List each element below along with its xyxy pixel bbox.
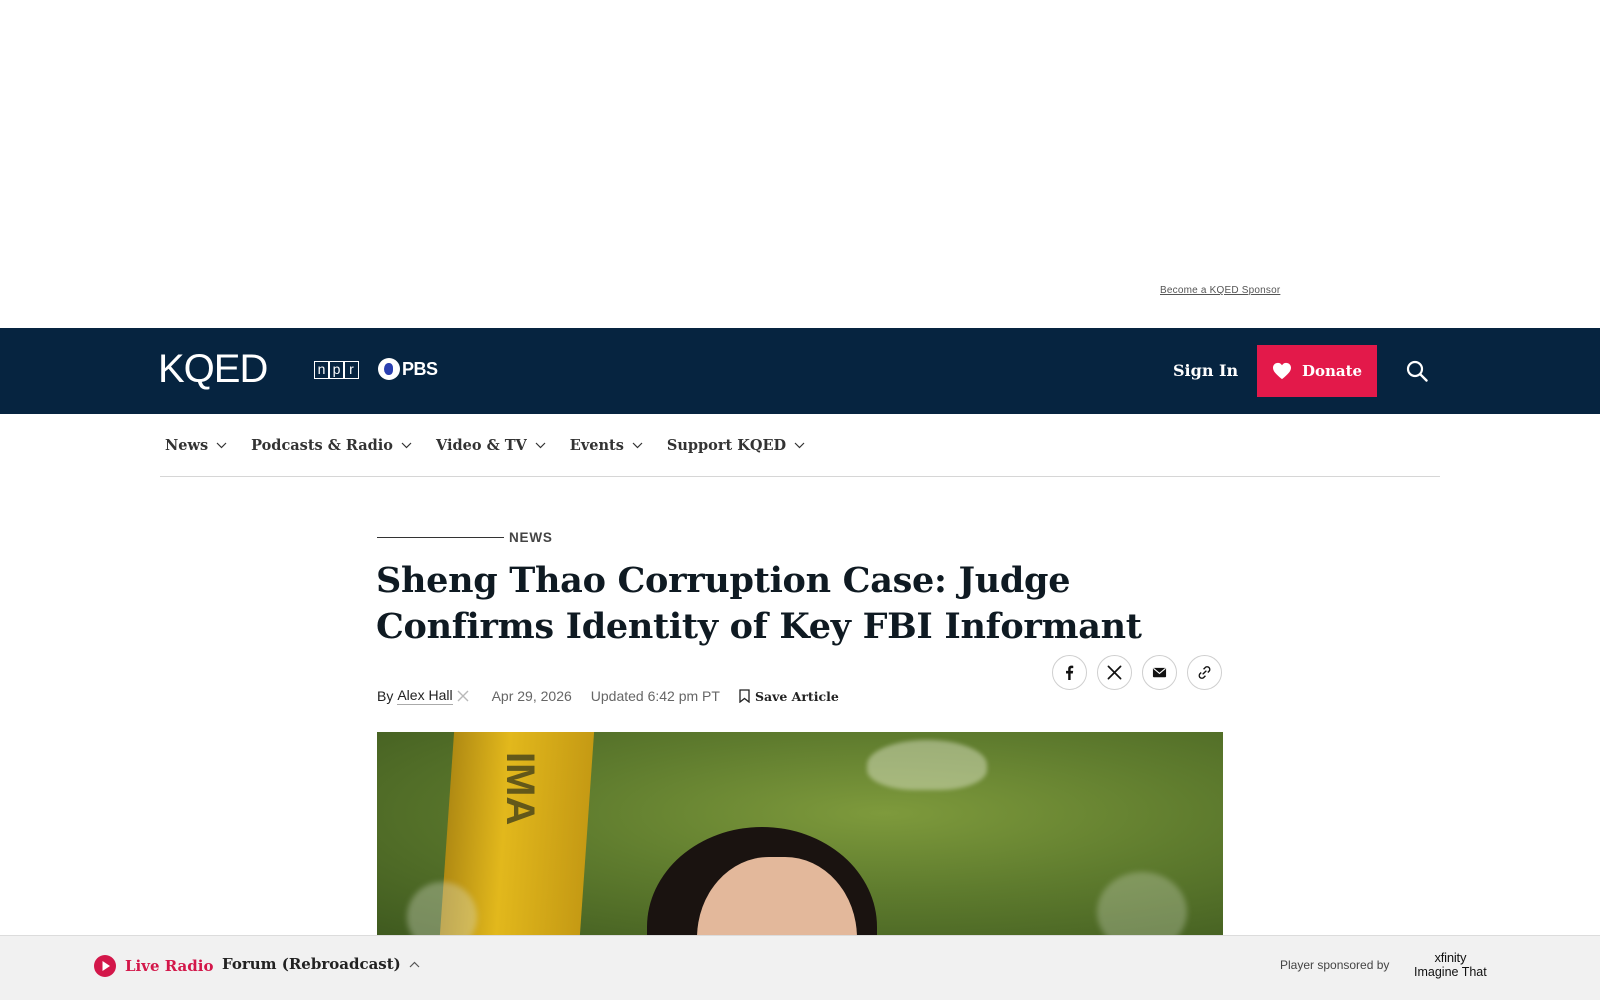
main-nav: News Podcasts & Radio Video & TV Events … <box>160 414 1440 477</box>
nav-item-label: Support KQED <box>666 436 787 454</box>
kicker-rule <box>377 537 504 538</box>
hero-image: IMA <box>377 732 1223 935</box>
sign-in-button[interactable]: Sign In <box>1173 361 1238 380</box>
nav-item-support-kqed[interactable]: Support KQED <box>667 437 805 454</box>
share-buttons <box>1052 655 1222 690</box>
share-facebook-button[interactable] <box>1052 655 1087 690</box>
nav-item-label: Podcasts & Radio <box>251 436 393 454</box>
x-icon <box>1107 665 1122 680</box>
backdrop-shape <box>1097 872 1187 935</box>
bookmark-icon <box>739 689 750 703</box>
share-email-button[interactable] <box>1142 655 1177 690</box>
ad-area <box>0 0 1600 328</box>
heart-icon <box>1272 362 1291 380</box>
nav-item-events[interactable]: Events <box>570 437 643 454</box>
npr-letter: p <box>329 361 344 379</box>
kicker-label[interactable]: NEWS <box>509 530 553 545</box>
nav-item-podcasts-radio[interactable]: Podcasts & Radio <box>251 437 412 454</box>
tree-logo-shape <box>867 740 987 790</box>
program-selector[interactable]: Forum (Rebroadcast) <box>222 955 420 973</box>
chevron-up-icon <box>409 961 420 967</box>
kqed-logo-text: KQED <box>158 350 267 390</box>
updated-time: Updated 6:42 pm PT <box>590 688 720 704</box>
search-icon[interactable] <box>1405 359 1429 383</box>
sponsor-logo[interactable]: xfinity Imagine That <box>1414 950 1487 980</box>
article-headline: Sheng Thao Corruption Case: Judge Confir… <box>376 560 1142 647</box>
live-radio-label: Live Radio <box>125 957 214 975</box>
donate-label: Donate <box>1301 362 1363 380</box>
sponsor-logo-line1: xfinity <box>1434 950 1467 965</box>
byline-prefix: By <box>377 688 394 704</box>
chevron-down-icon <box>535 442 546 448</box>
author-x-icon[interactable] <box>457 690 469 702</box>
nav-item-label: Events <box>569 436 624 454</box>
kqed-logo[interactable]: KQED <box>158 350 280 390</box>
npr-logo[interactable]: n p r <box>314 361 359 379</box>
become-sponsor-link[interactable]: Become a KQED Sponsor <box>1160 285 1280 296</box>
sponsor-logo-line2: Imagine That <box>1414 965 1487 979</box>
play-icon <box>94 955 116 977</box>
article-byline: By Alex Hall Apr 29, 2026 Updated 6:42 p… <box>377 687 839 705</box>
email-icon <box>1152 667 1167 678</box>
share-x-button[interactable] <box>1097 655 1132 690</box>
pbs-logo-text: PBS <box>402 358 438 379</box>
npr-letter: n <box>314 361 329 379</box>
save-article-button[interactable]: Save Article <box>739 689 839 704</box>
player-sponsored-by: Player sponsored by <box>1280 958 1390 972</box>
chevron-down-icon <box>794 442 805 448</box>
donate-button[interactable]: Donate <box>1257 345 1377 397</box>
nav-item-label: Video & TV <box>435 436 527 454</box>
publish-date: Apr 29, 2026 <box>491 688 572 704</box>
link-icon <box>1198 666 1211 679</box>
pbs-head-icon <box>378 358 400 380</box>
chevron-down-icon <box>216 442 227 448</box>
nav-item-label: News <box>165 436 209 454</box>
npr-letter: r <box>344 361 359 379</box>
pbs-logo[interactable]: PBS <box>378 358 438 380</box>
nav-item-news[interactable]: News <box>165 437 227 454</box>
nav-item-video-tv[interactable]: Video & TV <box>436 437 546 454</box>
program-title: Forum (Rebroadcast) <box>222 955 401 973</box>
copy-link-button[interactable] <box>1187 655 1222 690</box>
flag-text: IMA <box>498 752 542 826</box>
facebook-icon <box>1066 665 1074 680</box>
live-radio-button[interactable]: Live Radio <box>93 954 213 978</box>
author-link[interactable]: Alex Hall <box>397 687 453 705</box>
save-article-label: Save Article <box>754 688 839 704</box>
chevron-down-icon <box>401 442 412 448</box>
article-kicker: NEWS <box>377 530 553 545</box>
chevron-down-icon <box>632 442 643 448</box>
